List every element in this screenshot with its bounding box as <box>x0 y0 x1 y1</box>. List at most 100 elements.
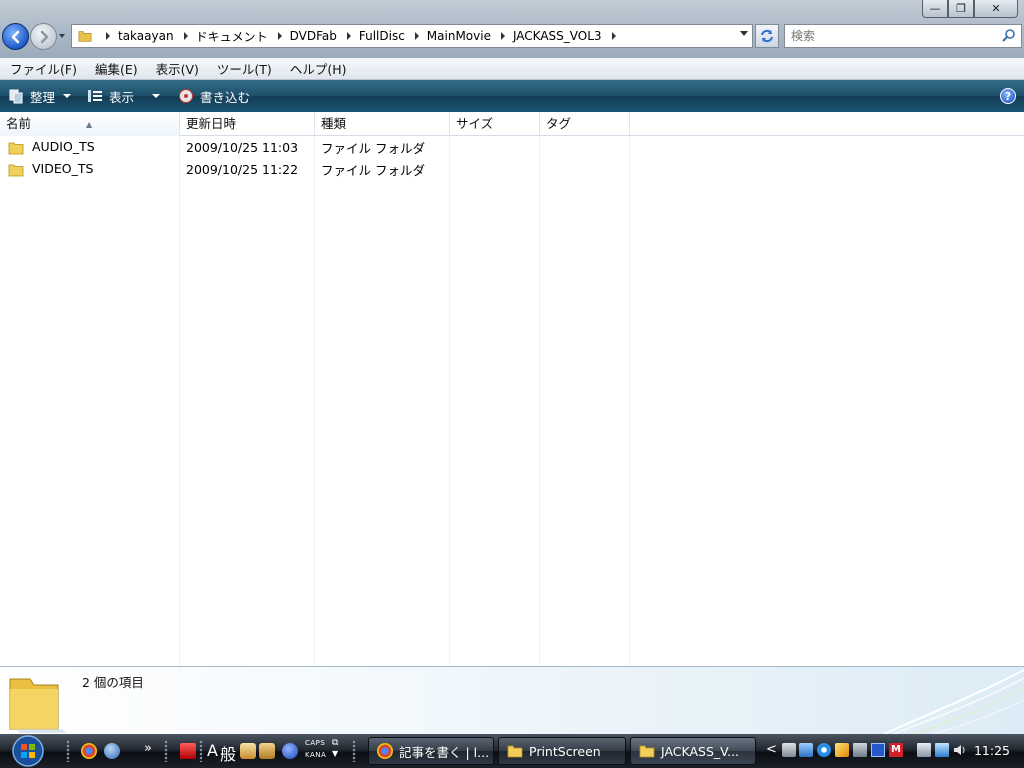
command-bar: 整理 表示 書き込む ? <box>0 80 1024 112</box>
menu-view[interactable]: 表示(V) <box>146 59 207 78</box>
caps-indicator: CAPS <box>305 739 326 747</box>
close-button[interactable]: ✕ <box>974 0 1018 18</box>
ime-help-icon[interactable] <box>282 743 298 759</box>
column-divider <box>314 136 315 666</box>
breadcrumb-item[interactable]: DVDFab <box>290 29 359 43</box>
chrome-icon[interactable] <box>81 743 97 759</box>
item-count: 2 個の項目 <box>82 675 144 690</box>
organize-button[interactable]: 整理 <box>0 87 79 106</box>
ime-tool-icon[interactable] <box>240 743 256 759</box>
disc-burn-icon <box>179 89 194 103</box>
refresh-icon <box>761 29 773 43</box>
column-header-modified[interactable]: 更新日時 <box>180 112 315 136</box>
kana-indicator: KANA <box>305 751 327 759</box>
menu-tools[interactable]: ツール(T) <box>207 59 280 78</box>
address-bar[interactable]: takaayan ドキュメント DVDFab FullDisc MainMovi… <box>71 24 753 48</box>
column-headers: 名前 ▲ 更新日時 種類 サイズ タグ <box>0 112 1024 136</box>
task-button-printscreen[interactable]: PrintScreen <box>498 737 626 765</box>
breadcrumb-item[interactable]: ドキュメント <box>196 28 290 45</box>
app-tray-icon[interactable] <box>835 743 849 757</box>
file-name: VIDEO_TS <box>31 161 94 177</box>
chevron-down-icon[interactable]: ▼ <box>332 749 338 758</box>
folder-icon <box>639 745 655 758</box>
bluetooth-icon[interactable] <box>871 743 885 757</box>
security-icon[interactable] <box>799 743 813 757</box>
breadcrumb-label: JACKASS_VOL3 <box>512 29 602 43</box>
breadcrumb-label: FullDisc <box>358 29 405 43</box>
menu-help[interactable]: ヘルプ(H) <box>280 59 355 78</box>
column-header-type[interactable]: 種類 <box>315 112 450 136</box>
column-header-name[interactable]: 名前 ▲ <box>0 112 180 136</box>
start-button[interactable] <box>6 734 50 768</box>
file-type: ファイル フォルダ <box>321 140 425 156</box>
toolbar-grip[interactable] <box>352 740 356 762</box>
menu-edit[interactable]: 編集(E) <box>85 59 146 78</box>
task-label: 記事を書く | l... <box>399 744 490 760</box>
maximize-button[interactable]: ❐ <box>948 0 974 18</box>
breadcrumb-item[interactable]: MainMovie <box>427 29 513 43</box>
volume-icon[interactable] <box>953 743 967 757</box>
search-box[interactable] <box>784 24 1022 48</box>
menu-file[interactable]: ファイル(F) <box>0 59 85 78</box>
antivirus-icon[interactable]: M <box>889 743 903 757</box>
breadcrumb-item[interactable]: JACKASS_VOL3 <box>513 29 624 43</box>
file-modified: 2009/10/25 11:03 <box>186 139 299 155</box>
back-button[interactable] <box>2 23 29 50</box>
ime-mode-indicator[interactable]: A <box>207 741 218 760</box>
column-header-size[interactable]: サイズ <box>450 112 540 136</box>
arrow-left-icon <box>11 30 19 43</box>
file-row[interactable]: VIDEO_TS 2009/10/25 11:22 ファイル フォルダ <box>0 158 630 180</box>
folder-icon <box>8 164 24 177</box>
pin-icon[interactable] <box>180 743 196 759</box>
search-input[interactable] <box>785 25 985 47</box>
update-icon[interactable] <box>817 743 831 757</box>
help-icon[interactable]: ? <box>1000 88 1016 104</box>
views-button[interactable]: 表示 <box>79 87 168 106</box>
chrome-icon <box>377 743 393 759</box>
toolbar-grip[interactable] <box>164 740 168 762</box>
ime-options-icon[interactable]: ⧉ <box>332 738 338 748</box>
task-button-chrome[interactable]: 記事を書く | l... <box>368 737 494 765</box>
views-icon <box>88 90 103 102</box>
chevron-down-icon <box>152 94 161 98</box>
network-icon[interactable] <box>935 743 949 757</box>
column-divider <box>179 136 180 666</box>
file-row[interactable]: AUDIO_TS 2009/10/25 11:03 ファイル フォルダ <box>0 136 630 158</box>
breadcrumb-item[interactable]: takaayan <box>118 29 196 43</box>
refresh-button[interactable] <box>755 24 779 48</box>
network-adapter-icon[interactable] <box>782 743 796 757</box>
search-icon[interactable] <box>1001 28 1017 44</box>
quicklaunch-overflow-icon[interactable]: » <box>144 741 152 756</box>
toolbar-grip[interactable] <box>199 740 203 762</box>
address-history-dropdown[interactable] <box>740 31 748 36</box>
ime-kanji-indicator[interactable]: 般 <box>220 741 236 765</box>
recent-pages-dropdown[interactable] <box>58 32 68 42</box>
views-label: 表示 <box>109 89 135 105</box>
display-icon[interactable] <box>853 743 867 757</box>
taskbar: » A 般 CAPS KANA ⧉ ▼ 記事を書く | l... PrintSc… <box>0 734 1024 768</box>
toolbar-grip[interactable] <box>66 740 70 762</box>
minimize-button[interactable]: — <box>922 0 948 18</box>
folder-icon <box>78 31 92 42</box>
task-button-jackass[interactable]: JACKASS_V... <box>630 737 756 765</box>
burn-button[interactable]: 書き込む <box>170 87 258 106</box>
sort-ascending-icon: ▲ <box>86 120 93 129</box>
media-player-icon[interactable] <box>104 743 120 759</box>
column-divider <box>629 136 630 666</box>
safely-remove-icon[interactable] <box>917 743 931 757</box>
forward-button[interactable] <box>30 23 57 50</box>
chevron-down-icon <box>59 34 65 38</box>
breadcrumb-root-separator[interactable] <box>96 32 118 40</box>
task-label: JACKASS_V... <box>661 743 740 759</box>
clock[interactable]: 11:25 <box>974 743 1010 758</box>
column-label: 更新日時 <box>186 116 237 131</box>
windows-logo-icon <box>12 735 44 767</box>
breadcrumb-item[interactable]: FullDisc <box>359 29 427 43</box>
organize-label: 整理 <box>30 89 56 105</box>
tray-expand-button[interactable]: < <box>766 742 777 757</box>
ime-dictionary-icon[interactable] <box>259 743 275 759</box>
large-folder-icon <box>9 678 66 733</box>
details-pane: 2 個の項目 <box>0 666 1024 734</box>
column-header-tags[interactable]: タグ <box>540 112 630 136</box>
file-type: ファイル フォルダ <box>321 162 425 178</box>
